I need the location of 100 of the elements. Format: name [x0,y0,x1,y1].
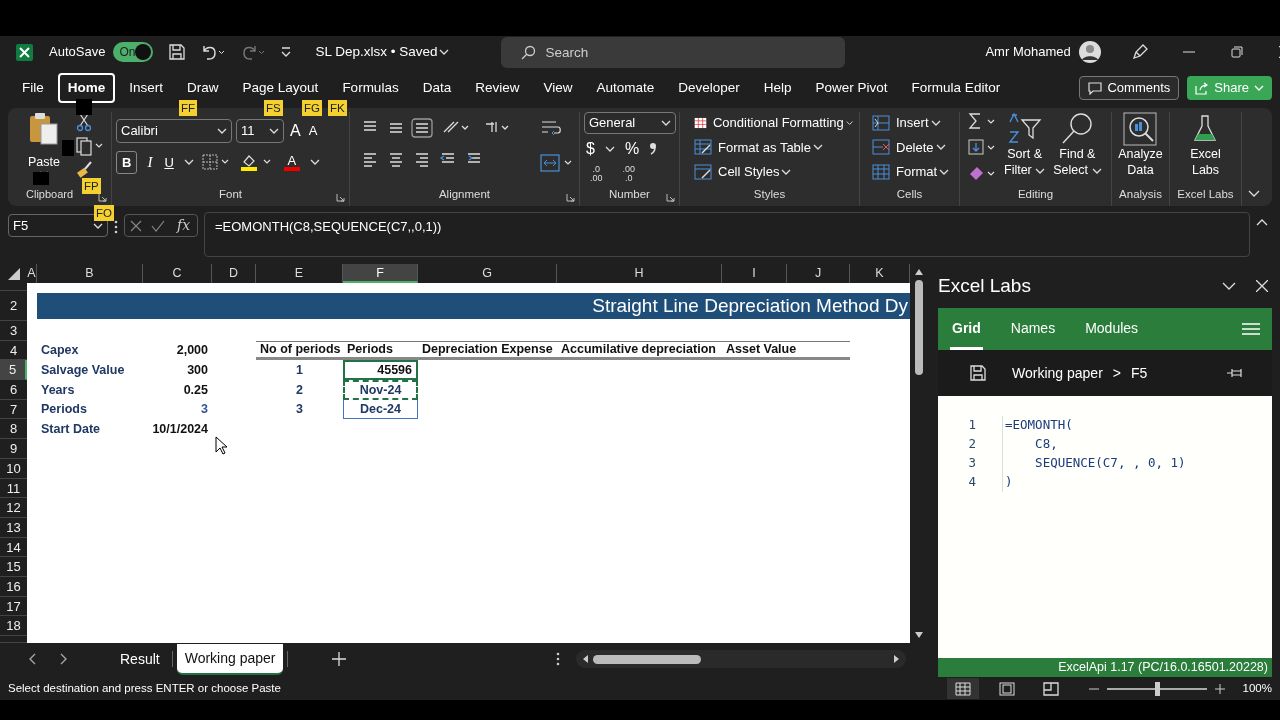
ribbon-tab[interactable]: View [533,72,583,104]
grow-font-button[interactable]: A [288,118,303,144]
conditional-formatting-button[interactable]: Conditional Formatting [692,112,855,134]
save-icon[interactable] [970,365,986,381]
font-name-select[interactable]: Calibri [116,119,232,143]
keytip: FG [302,100,322,116]
caret-icon [939,167,950,176]
chevron-down-icon[interactable] [1222,282,1236,290]
insert-cells-button[interactable]: Insert [870,112,955,134]
format-as-table-button[interactable]: Format as Table [692,136,855,158]
breadcrumb-sheet[interactable]: Working paper [1012,362,1103,384]
ribbon-tab[interactable]: Power Pivot [805,72,898,104]
scroll-down-icon[interactable] [914,631,924,639]
pin-icon[interactable] [1226,367,1244,379]
excel-labs-button[interactable]: Excel Labs [1188,112,1223,186]
comments-button[interactable]: Comments [1079,76,1180,100]
group-label: Excel Labs [1176,187,1235,202]
minimize-icon[interactable] [1182,51,1195,53]
ribbon-tab[interactable]: Formula Editor [901,72,1011,104]
analyze-data-button[interactable]: Analyze Data [1116,112,1165,186]
chevron-right-icon[interactable] [60,653,68,665]
underline-button[interactable]: U [162,151,176,173]
caret-icon[interactable] [309,158,320,167]
document-title[interactable]: SL Dep.xlsx • Saved [313,40,452,64]
scroll-up-icon[interactable] [914,268,924,276]
currency-button[interactable]: $ [584,136,597,162]
keytip: FP [82,178,101,194]
ribbon-tab[interactable]: Review [465,72,530,104]
dialog-launcher-icon[interactable] [666,193,675,202]
copy-icon[interactable] [76,136,104,156]
breadcrumb-cell[interactable]: F5 [1131,362,1148,384]
select-all-icon[interactable] [6,266,21,281]
save-icon[interactable] [169,44,186,60]
normal-view-button[interactable] [946,677,979,700]
row-header[interactable]: 5 [0,360,27,381]
paintbrush-icon[interactable] [76,160,94,180]
caret-icon [269,127,279,135]
undo-icon[interactable] [201,44,226,60]
ribbon-tab[interactable]: Insert [119,72,174,104]
find-select-button[interactable]: Find & Select [1051,112,1104,186]
zoom-in-icon[interactable] [1214,683,1225,694]
comma-style-icon[interactable] [649,142,658,156]
close-icon[interactable] [1256,280,1268,292]
scrollbar-thumb[interactable] [915,280,923,375]
panel-tab[interactable]: Modules [1083,308,1141,350]
percent-button[interactable]: % [622,136,642,162]
scissors-icon[interactable] [76,112,92,132]
excel-logo-icon [16,43,33,61]
sheet-tab[interactable]: Working paper [176,643,284,675]
table-cell-text: 2 [295,381,304,399]
ribbon-tab[interactable]: Automate [586,72,665,104]
caret-icon[interactable] [183,158,194,167]
check-icon[interactable] [151,219,166,232]
customize-icon[interactable] [281,46,292,58]
font-color-button[interactable]: A [281,152,302,172]
dialog-launcher-icon[interactable] [336,193,345,202]
panel-tab[interactable]: Names [1008,308,1058,350]
formula-field[interactable]: =EOMONTH(C8,SEQUENCE(C7,,0,1)) [204,212,1250,257]
chevron-left-icon[interactable] [28,653,36,665]
zoom-out-icon[interactable] [1088,687,1099,690]
add-sheet-icon[interactable] [332,652,347,666]
redo-icon[interactable] [241,44,266,60]
decimal-button[interactable]: .0 .00 [588,164,605,184]
collapse-icon[interactable] [1256,218,1268,226]
collapse-ribbon-icon[interactable] [1248,190,1260,198]
wrap-text-icon[interactable] [540,118,562,138]
avatar-icon[interactable] [1078,41,1101,63]
merge-cells-icon[interactable] [540,154,574,172]
number-format-select[interactable]: General [584,112,676,134]
dialog-launcher-icon[interactable] [98,193,107,202]
horizontal-scrollbar[interactable] [576,650,907,668]
cancel-icon[interactable] [129,219,142,232]
format-cells-button[interactable]: Format [870,161,955,183]
decimal-button[interactable]: .00 .0 [620,164,638,184]
bold-button[interactable]: B [116,150,138,174]
ribbon-tab[interactable]: File [12,72,54,104]
menu-icon[interactable] [1242,323,1260,335]
sheet-tab[interactable]: Result [112,644,168,674]
caret-icon[interactable] [604,145,615,153]
cell-styles-button[interactable]: Cell Styles [692,161,855,183]
shrink-font-button[interactable]: A [306,120,320,142]
ribbon-tab[interactable]: Data [412,72,462,104]
sort-filter-button[interactable]: Sort & Filter [1002,112,1048,186]
ribbon-tab[interactable]: Help [753,72,802,104]
table-icon [694,139,712,156]
ribbon-tab[interactable]: Developer [668,72,750,104]
font-size-select[interactable]: 11 [236,119,284,143]
pen-icon[interactable] [1130,43,1149,61]
restore-icon[interactable] [1230,46,1243,58]
search-field[interactable]: Search [501,36,846,68]
italic-button[interactable]: I [145,150,155,175]
zoom-slider-thumb[interactable] [1154,681,1160,696]
more-icon[interactable] [114,220,118,234]
more-icon[interactable] [556,652,561,666]
autosave-toggle[interactable]: On [113,42,154,62]
delete-cells-button[interactable]: Delete [870,136,955,158]
column-header[interactable]: F [343,264,418,283]
dialog-launcher-icon[interactable] [566,193,575,202]
redaction-mark [62,140,74,156]
zoom-level[interactable]: 100% [1242,679,1272,698]
